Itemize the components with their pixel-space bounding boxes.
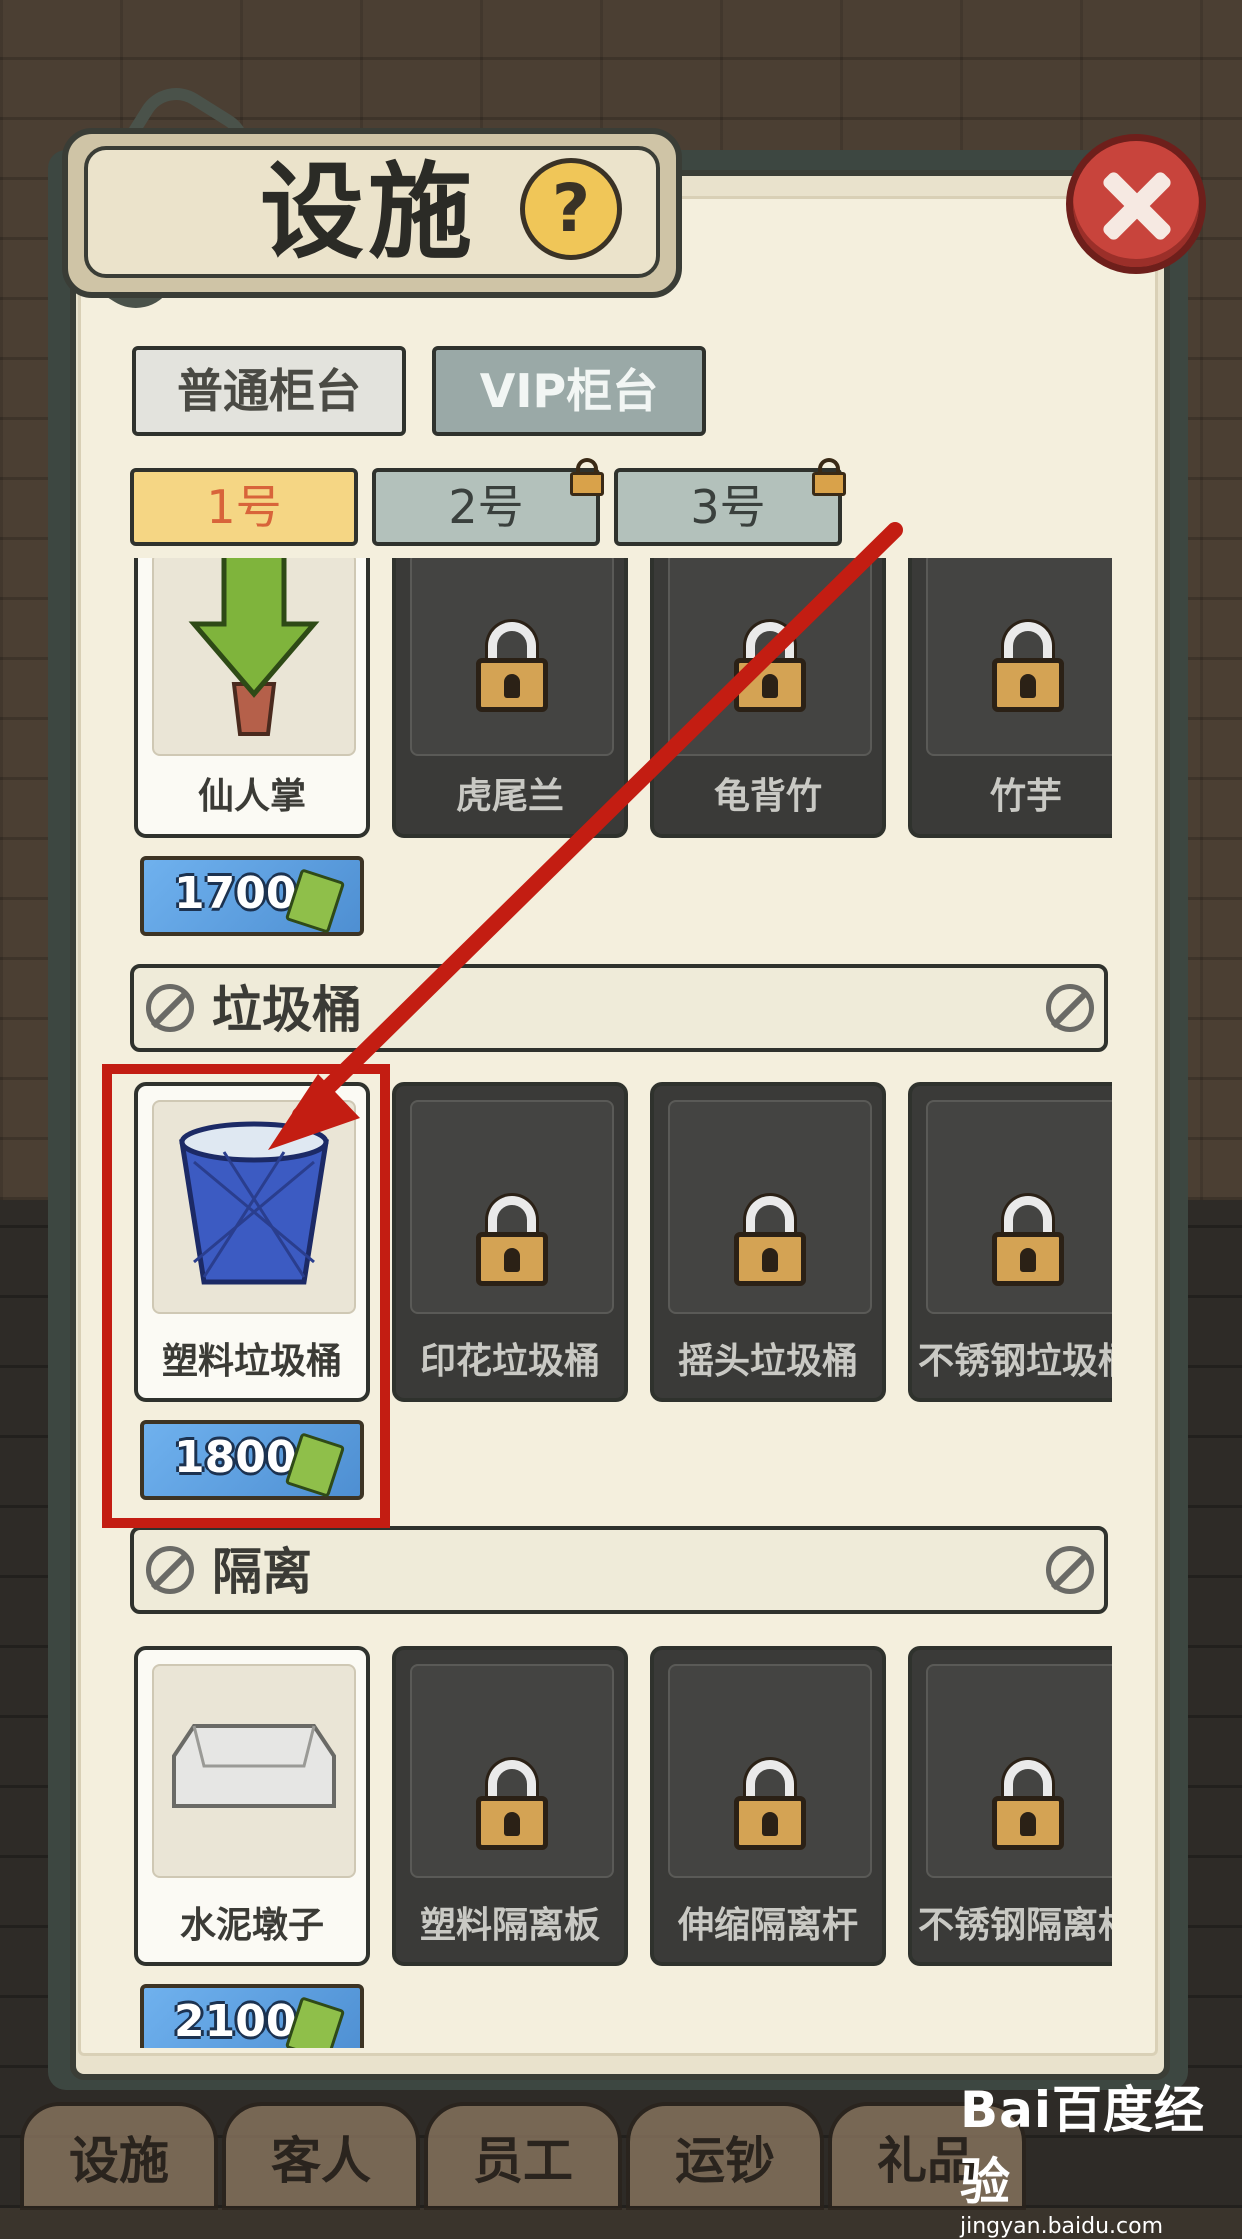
watermark-url: jingyan.baidu.com: [960, 2214, 1164, 2239]
item-card-monstera[interactable]: 龟背竹: [650, 558, 886, 838]
item-card-calathea[interactable]: 竹芋: [908, 558, 1112, 838]
question-icon: ?: [551, 170, 591, 247]
dialog-title: 设施: [260, 151, 477, 273]
item-card-concrete-block[interactable]: 水泥墩子: [134, 1646, 370, 1966]
concrete-block-icon: [172, 1724, 336, 1808]
item-card-cactus[interactable]: 仙人掌: [134, 558, 370, 838]
item-name: 摇头垃圾桶: [677, 1341, 858, 1382]
item-name: 不锈钢垃圾桶: [917, 1341, 1112, 1382]
nav-facilities[interactable]: 设施: [20, 2102, 218, 2210]
lock-icon: [992, 622, 1064, 712]
lock-icon: [992, 1760, 1064, 1850]
lock-icon: [734, 622, 806, 712]
help-button[interactable]: ?: [520, 158, 622, 260]
highlight-box: [102, 1064, 390, 1528]
lock-icon: [992, 1196, 1064, 1286]
item-name: 仙人掌: [197, 776, 306, 817]
lock-icon: [476, 622, 548, 712]
item-name: 水泥墩子: [179, 1905, 324, 1946]
item-name: 塑料隔离板: [419, 1905, 600, 1946]
item-name: 伸缩隔离杆: [677, 1905, 858, 1946]
item-name: 虎尾兰: [455, 776, 564, 817]
lock-icon: [734, 1196, 806, 1286]
lock-icon: [570, 458, 604, 496]
no-sign-icon: [146, 984, 194, 1032]
counter-2-tab[interactable]: 2号: [372, 468, 600, 546]
no-sign-icon: [146, 1546, 194, 1594]
section-title: 隔离: [212, 1543, 312, 1601]
item-card-swing-bin[interactable]: 摇头垃圾桶: [650, 1082, 886, 1402]
item-card-snake-plant[interactable]: 虎尾兰: [392, 558, 628, 838]
price-tag[interactable]: 2100: [140, 1984, 364, 2048]
counter-3-tab[interactable]: 3号: [614, 468, 842, 546]
cactus-pot-icon: [188, 558, 320, 736]
lock-icon: [734, 1760, 806, 1850]
counter-1-tab[interactable]: 1号: [130, 468, 358, 546]
item-name: 不锈钢隔离杆: [917, 1905, 1112, 1946]
price-tag[interactable]: 1700: [140, 856, 364, 936]
section-title: 垃圾桶: [212, 981, 362, 1039]
watermark: Bai百度经验 jingyan.baidu.com: [960, 2070, 1240, 2239]
item-thumb: [152, 558, 356, 756]
close-button[interactable]: [1066, 134, 1206, 274]
item-card-plastic-barrier[interactable]: 塑料隔离板: [392, 1646, 628, 1966]
price-value: 1700: [174, 868, 297, 919]
nav-guests[interactable]: 客人: [222, 2102, 420, 2210]
tab-vip-counter[interactable]: VIP柜台: [432, 346, 706, 436]
watermark-logo: Bai百度经验: [960, 2081, 1205, 2211]
item-name: 印花垃圾桶: [419, 1341, 600, 1382]
no-sign-icon: [1046, 1546, 1094, 1594]
section-header-trash[interactable]: 垃圾桶: [130, 964, 1108, 1052]
item-card-retractable-barrier[interactable]: 伸缩隔离杆: [650, 1646, 886, 1966]
item-card-steel-barrier[interactable]: 不锈钢隔离杆: [908, 1646, 1112, 1966]
lock-icon: [476, 1760, 548, 1850]
item-thumb: [152, 1664, 356, 1878]
item-name: 龟背竹: [713, 776, 822, 817]
section-header-barrier[interactable]: 隔离: [130, 1526, 1108, 1614]
lock-icon: [476, 1196, 548, 1286]
lock-icon: [812, 458, 846, 496]
no-sign-icon: [1046, 984, 1094, 1032]
nav-staff[interactable]: 员工: [424, 2102, 622, 2210]
nav-cash[interactable]: 运钞: [626, 2102, 824, 2210]
item-name: 竹芋: [989, 776, 1062, 817]
price-value: 2100: [174, 1996, 297, 2047]
item-card-printed-bin[interactable]: 印花垃圾桶: [392, 1082, 628, 1402]
tab-normal-counter[interactable]: 普通柜台: [132, 346, 406, 436]
item-card-steel-bin[interactable]: 不锈钢垃圾桶: [908, 1082, 1112, 1402]
